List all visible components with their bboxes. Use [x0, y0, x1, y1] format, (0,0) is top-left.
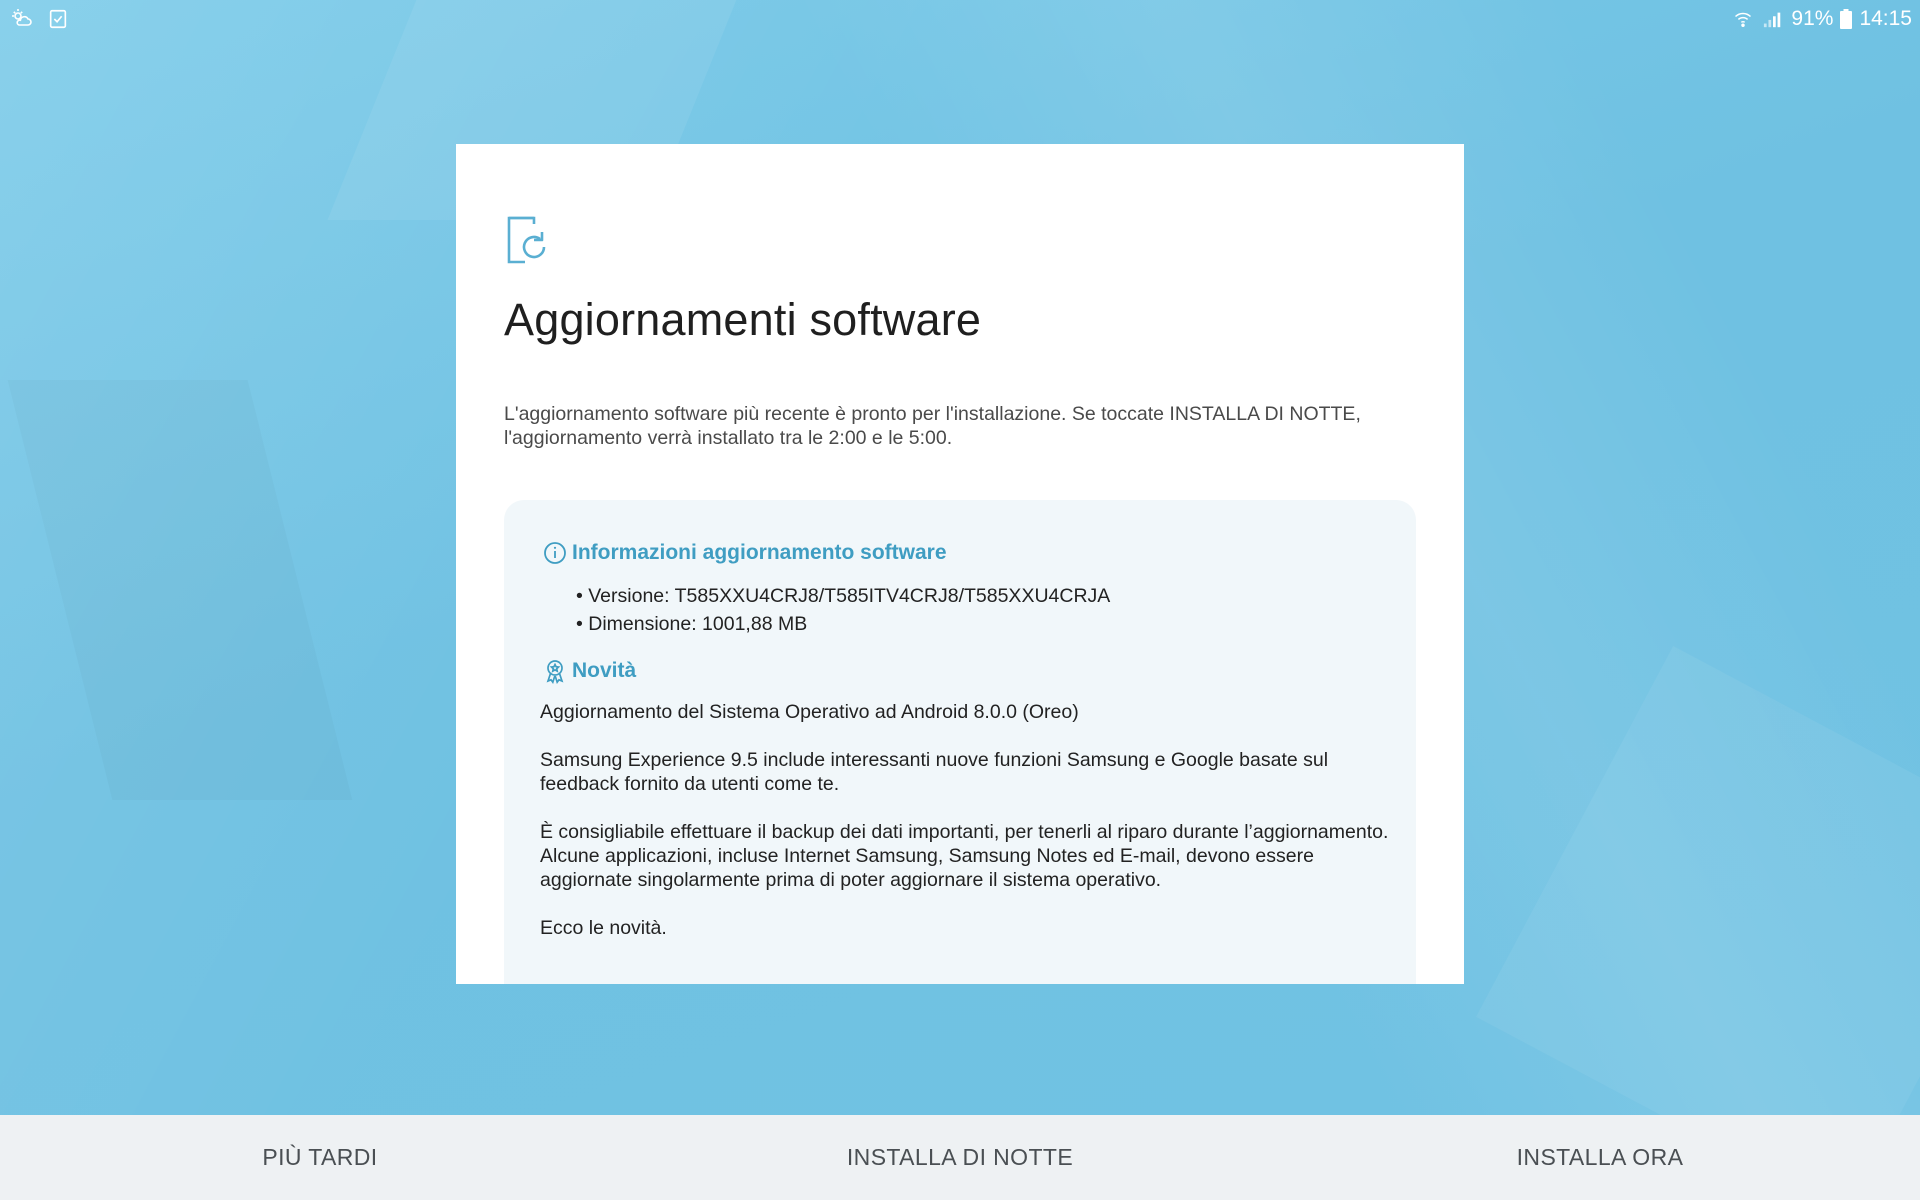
battery-percent: 91% [1791, 7, 1834, 30]
install-now-button[interactable]: INSTALLA ORA [1440, 1115, 1760, 1200]
version-item: Versione: T585XXU4CRJ8/T585ITV4CRJ8/T585… [576, 582, 1110, 610]
news-paragraph: Aggiornamento del Sistema Operativo ad A… [540, 701, 1079, 723]
news-paragraph: Ecco le novità. [540, 917, 667, 939]
software-update-icon [506, 216, 550, 264]
news-paragraph: Samsung Experience 9.5 include interessa… [540, 749, 1329, 795]
status-right: 91% 14:15 [1731, 7, 1912, 31]
battery-icon [1839, 7, 1853, 31]
weather-icon [10, 7, 34, 31]
update-dialog: Aggiornamenti software L'aggiornamento s… [456, 144, 1464, 984]
news-section-heading: Novità [542, 658, 636, 684]
info-heading-text: Informazioni aggiornamento software [572, 541, 947, 564]
signal-icon [1761, 7, 1785, 31]
award-ribbon-icon [542, 658, 568, 684]
dialog-intro: L'aggiornamento software più recente è p… [504, 403, 1361, 449]
news-paragraph: È consigliabile effettuare il backup dei… [540, 821, 1389, 843]
wifi-icon [1731, 7, 1755, 31]
wallpaper-facet [1475, 645, 1920, 1115]
install-tonight-button[interactable]: INSTALLA DI NOTTE [800, 1115, 1120, 1200]
size-item: Dimensione: 1001,88 MB [576, 610, 1110, 638]
task-check-icon [46, 7, 70, 31]
later-button[interactable]: PIÙ TARDI [160, 1115, 480, 1200]
wallpaper-facet [8, 380, 353, 800]
news-heading-text: Novità [572, 659, 637, 682]
action-bar: PIÙ TARDI INSTALLA DI NOTTE INSTALLA ORA [0, 1115, 1920, 1200]
news-paragraph: Alcune applicazioni, incluse Internet Sa… [540, 845, 1314, 891]
status-left [10, 7, 70, 31]
status-time: 14:15 [1859, 7, 1912, 30]
status-bar: 91% 14:15 [0, 0, 1920, 38]
update-info-card: Informazioni aggiornamento software Vers… [504, 500, 1416, 984]
dialog-title: Aggiornamenti software [504, 294, 982, 345]
news-body: Aggiornamento del Sistema Operativo ad A… [540, 700, 1400, 964]
info-list: Versione: T585XXU4CRJ8/T585ITV4CRJ8/T585… [576, 582, 1110, 638]
info-icon [542, 540, 568, 566]
info-section-heading: Informazioni aggiornamento software [542, 540, 947, 566]
